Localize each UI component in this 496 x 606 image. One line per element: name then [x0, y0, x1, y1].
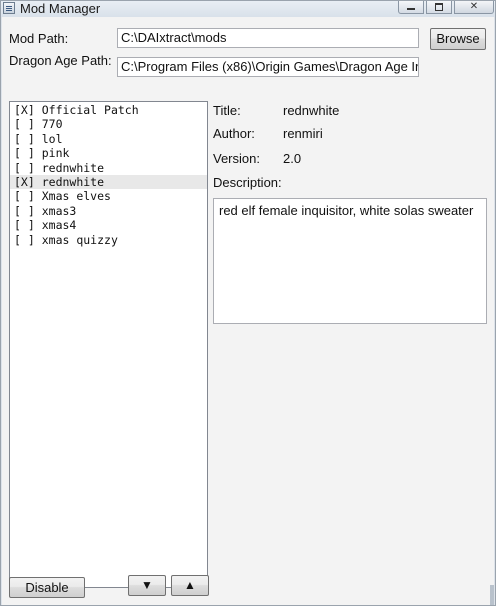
mod-list-item[interactable]: [ ] Xmas elves [10, 189, 207, 203]
arrow-down-icon: ▼ [141, 578, 153, 592]
mod-list-item[interactable]: [X] Official Patch [10, 103, 207, 117]
mod-path-input[interactable]: C:\DAIxtract\mods [117, 28, 419, 48]
mod-checkbox[interactable]: [ ] [14, 218, 35, 232]
mod-name: xmas3 [41, 203, 77, 218]
mod-path-label: Mod Path: [9, 31, 69, 46]
author-label: Author: [213, 126, 255, 141]
arrow-up-icon: ▲ [184, 578, 196, 592]
mod-list-item[interactable]: [ ] lol [10, 132, 207, 146]
mod-checkbox[interactable]: [X] [14, 175, 35, 189]
description-box[interactable]: red elf female inquisitor, white solas s… [213, 198, 487, 324]
app-icon [3, 2, 15, 14]
author-value: renmiri [283, 126, 323, 141]
maximize-button[interactable] [426, 1, 452, 14]
mod-name: Xmas elves [41, 189, 111, 204]
mod-name: xmas4 [41, 218, 77, 233]
move-up-button[interactable]: ▲ [171, 575, 209, 596]
mod-name: rednwhite [41, 174, 105, 189]
mod-checkbox[interactable]: [X] [14, 103, 35, 117]
mod-name: rednwhite [41, 160, 105, 175]
mod-list-item[interactable]: [ ] rednwhite [10, 161, 207, 175]
mod-manager-window: Mod Manager ✕ Mod Path: C:\DAIxtract\mod… [0, 0, 496, 606]
browse-button[interactable]: Browse [430, 28, 486, 50]
mod-checkbox[interactable]: [ ] [14, 204, 35, 218]
mod-name: 770 [41, 117, 63, 132]
mod-list-item[interactable]: [ ] xmas4 [10, 218, 207, 232]
mod-name: lol [41, 131, 63, 146]
mod-checkbox[interactable]: [ ] [14, 146, 35, 160]
resize-grip[interactable] [490, 585, 494, 605]
dragon-age-path-label: Dragon Age Path: [9, 53, 112, 68]
close-icon: ✕ [469, 1, 479, 12]
maximize-icon [435, 3, 443, 11]
version-label: Version: [213, 151, 260, 166]
dragon-age-path-input[interactable]: C:\Program Files (x86)\Origin Games\Drag… [117, 57, 419, 77]
mod-name: xmas quizzy [41, 232, 118, 247]
mod-list-item[interactable]: [ ] xmas3 [10, 204, 207, 218]
mod-checkbox[interactable]: [ ] [14, 132, 35, 146]
mod-checkbox[interactable]: [ ] [14, 189, 35, 203]
mod-list-item[interactable]: [ ] 770 [10, 117, 207, 131]
mod-name: Official Patch [41, 103, 139, 117]
version-value: 2.0 [283, 151, 302, 166]
description-label: Description: [213, 175, 282, 190]
mod-checkbox[interactable]: [ ] [14, 117, 35, 131]
minimize-button[interactable] [398, 1, 424, 14]
minimize-icon [407, 8, 415, 10]
mod-list[interactable]: [X] Official Patch[ ] 770[ ] lol[ ] pink… [9, 101, 208, 588]
close-button[interactable]: ✕ [454, 1, 494, 14]
mod-list-item[interactable]: [ ] xmas quizzy [10, 233, 207, 247]
disable-button[interactable]: Disable [9, 577, 85, 598]
move-down-button[interactable]: ▼ [128, 575, 166, 596]
mod-name: pink [41, 146, 70, 161]
mod-list-item[interactable]: [X] rednwhite [10, 174, 207, 190]
title-label: Title: [213, 103, 241, 118]
title-value: rednwhite [283, 103, 340, 118]
mod-checkbox[interactable]: [ ] [14, 233, 35, 247]
mod-checkbox[interactable]: [ ] [14, 161, 35, 175]
window-title: Mod Manager [20, 1, 101, 16]
title-bar[interactable]: Mod Manager ✕ [1, 1, 495, 17]
mod-list-item[interactable]: [ ] pink [10, 146, 207, 160]
client-area: Mod Path: C:\DAIxtract\mods Browse Drago… [2, 17, 494, 605]
